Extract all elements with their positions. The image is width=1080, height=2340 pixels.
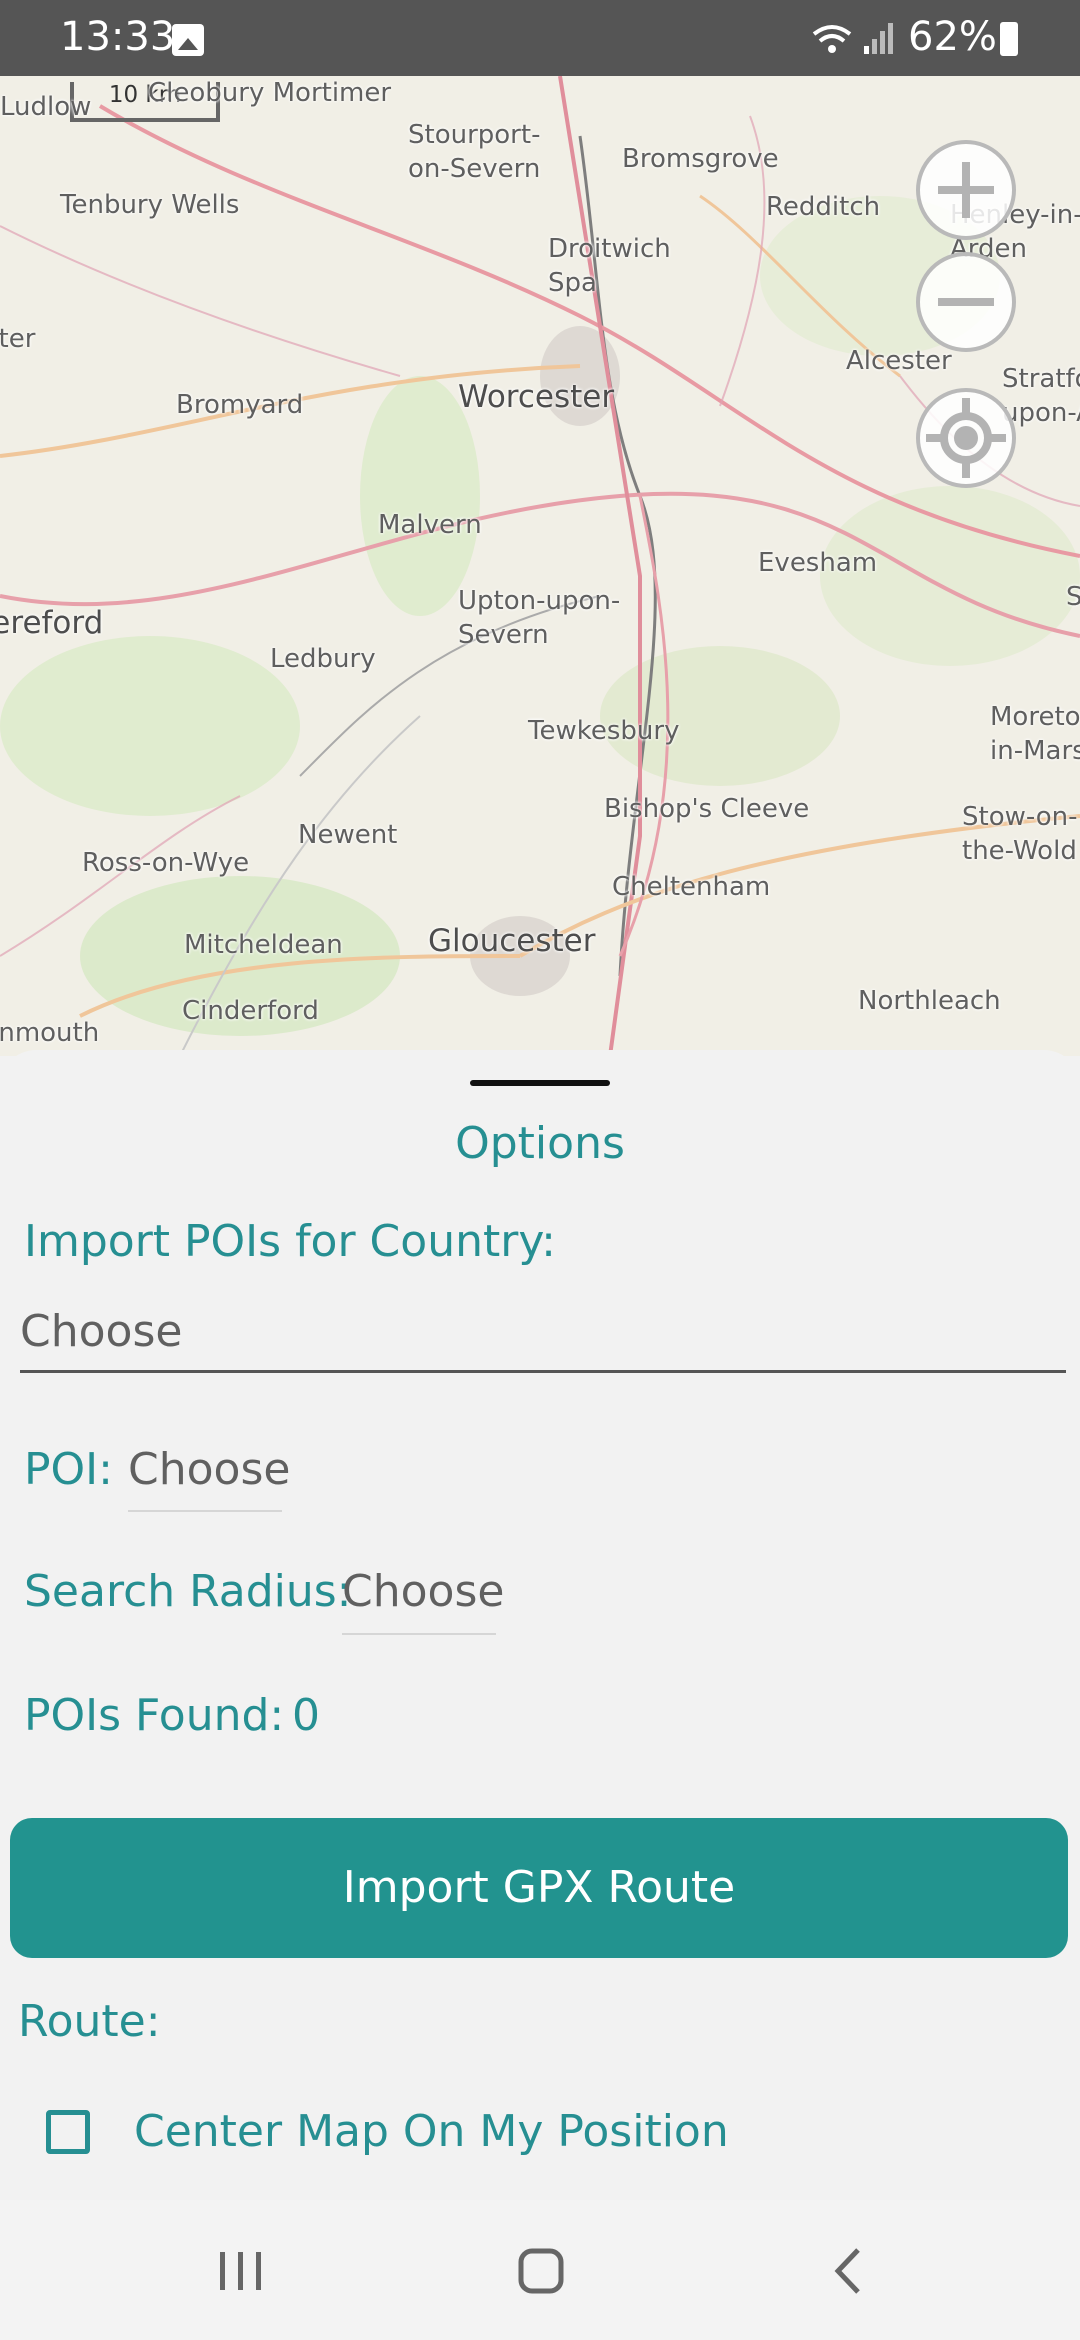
back-icon[interactable] bbox=[828, 2246, 868, 2296]
recent-apps-icon[interactable] bbox=[216, 2248, 266, 2294]
battery-icon bbox=[1000, 22, 1018, 56]
signal-icon bbox=[864, 23, 893, 54]
map-town-label: Stourport- on-Severn bbox=[408, 120, 541, 184]
map-town-label: Evesham bbox=[758, 548, 878, 578]
map-town-label: Mitcheldean bbox=[184, 930, 343, 960]
poi-picker[interactable]: Choose bbox=[128, 1444, 290, 1495]
import-gpx-route-button[interactable]: Import GPX Route bbox=[10, 1818, 1068, 1958]
map-town-label: Monmouth bbox=[0, 1018, 100, 1048]
map-town-label: Tenbury Wells bbox=[60, 190, 240, 220]
map-town-label: Worcester bbox=[458, 379, 615, 415]
system-navigation-bar bbox=[0, 2200, 1080, 2340]
zoom-in-button[interactable] bbox=[916, 140, 1016, 240]
status-time: 13:33 bbox=[60, 14, 176, 60]
map-town-label: Leominster bbox=[0, 324, 36, 354]
map-town-label: Cinderford bbox=[182, 996, 319, 1026]
import-country-label: Import POIs for Country: bbox=[24, 1216, 556, 1267]
home-icon[interactable] bbox=[516, 2246, 566, 2296]
map-town-label: Ledbury bbox=[270, 644, 376, 674]
map-town-label: Stratford- upon-A bbox=[1002, 364, 1080, 428]
country-picker[interactable]: Choose bbox=[20, 1306, 182, 1357]
map-town-label: Ludlow bbox=[0, 92, 92, 122]
image-notification-icon bbox=[172, 24, 204, 56]
map-town-label: Northleach bbox=[858, 986, 1001, 1016]
map-town-label: Redditch bbox=[766, 192, 881, 222]
sheet-drag-handle[interactable] bbox=[470, 1080, 610, 1086]
map-town-label: Bishop's Cleeve bbox=[604, 794, 810, 824]
map-view[interactable]: 10 km Cleobury Mortimer Ludlow Stourport… bbox=[0, 76, 1080, 1056]
map-town-label: Tewkesbury bbox=[528, 716, 680, 746]
map-town-label: Bromsgrove bbox=[622, 144, 779, 174]
minus-icon bbox=[938, 298, 994, 306]
map-town-label: Upton-upon- Severn bbox=[458, 586, 621, 650]
radius-picker-underline bbox=[342, 1633, 496, 1635]
my-location-button[interactable] bbox=[916, 388, 1016, 488]
wifi-icon bbox=[812, 25, 852, 53]
map-town-label: Cleobury Mortimer bbox=[148, 78, 392, 108]
search-radius-label: Search Radius: bbox=[24, 1566, 352, 1617]
map-town-label: Alcester bbox=[846, 346, 952, 376]
plus-icon bbox=[938, 162, 994, 218]
map-town-label: Newent bbox=[298, 820, 398, 850]
map-town-label: Malvern bbox=[378, 510, 482, 540]
map-town-label: Stow-on- the-Wold bbox=[962, 802, 1078, 866]
poi-picker-underline bbox=[128, 1510, 282, 1512]
map-town-label: Moreton- in-Marsh bbox=[990, 702, 1080, 766]
map-background bbox=[0, 76, 1080, 1056]
map-town-label: Ross-on-Wye bbox=[82, 848, 250, 878]
status-bar: 13:33 62% bbox=[0, 0, 1080, 76]
battery-percentage: 62% bbox=[908, 14, 997, 60]
map-town-label: Droitwich Spa bbox=[548, 234, 671, 298]
pois-found-label: POIs Found: bbox=[24, 1690, 285, 1741]
map-town-label: Cheltenham bbox=[612, 872, 771, 902]
map-town-label: Hereford bbox=[0, 605, 104, 641]
poi-label: POI: bbox=[24, 1444, 113, 1495]
center-map-checkbox-label[interactable]: Center Map On My Position bbox=[134, 2106, 729, 2157]
search-radius-picker[interactable]: Choose bbox=[342, 1566, 504, 1617]
map-town-label: Gloucester bbox=[428, 923, 596, 959]
zoom-out-button[interactable] bbox=[916, 252, 1016, 352]
options-title: Options bbox=[455, 1118, 625, 1169]
country-picker-underline bbox=[20, 1370, 1066, 1373]
map-town-label: Shipston bbox=[1066, 582, 1080, 612]
center-map-checkbox[interactable] bbox=[46, 2110, 90, 2154]
map-town-label: Bromyard bbox=[176, 390, 304, 420]
pois-found-count: 0 bbox=[292, 1690, 320, 1741]
route-label: Route: bbox=[18, 1996, 161, 2047]
crosshair-icon bbox=[926, 398, 1006, 478]
